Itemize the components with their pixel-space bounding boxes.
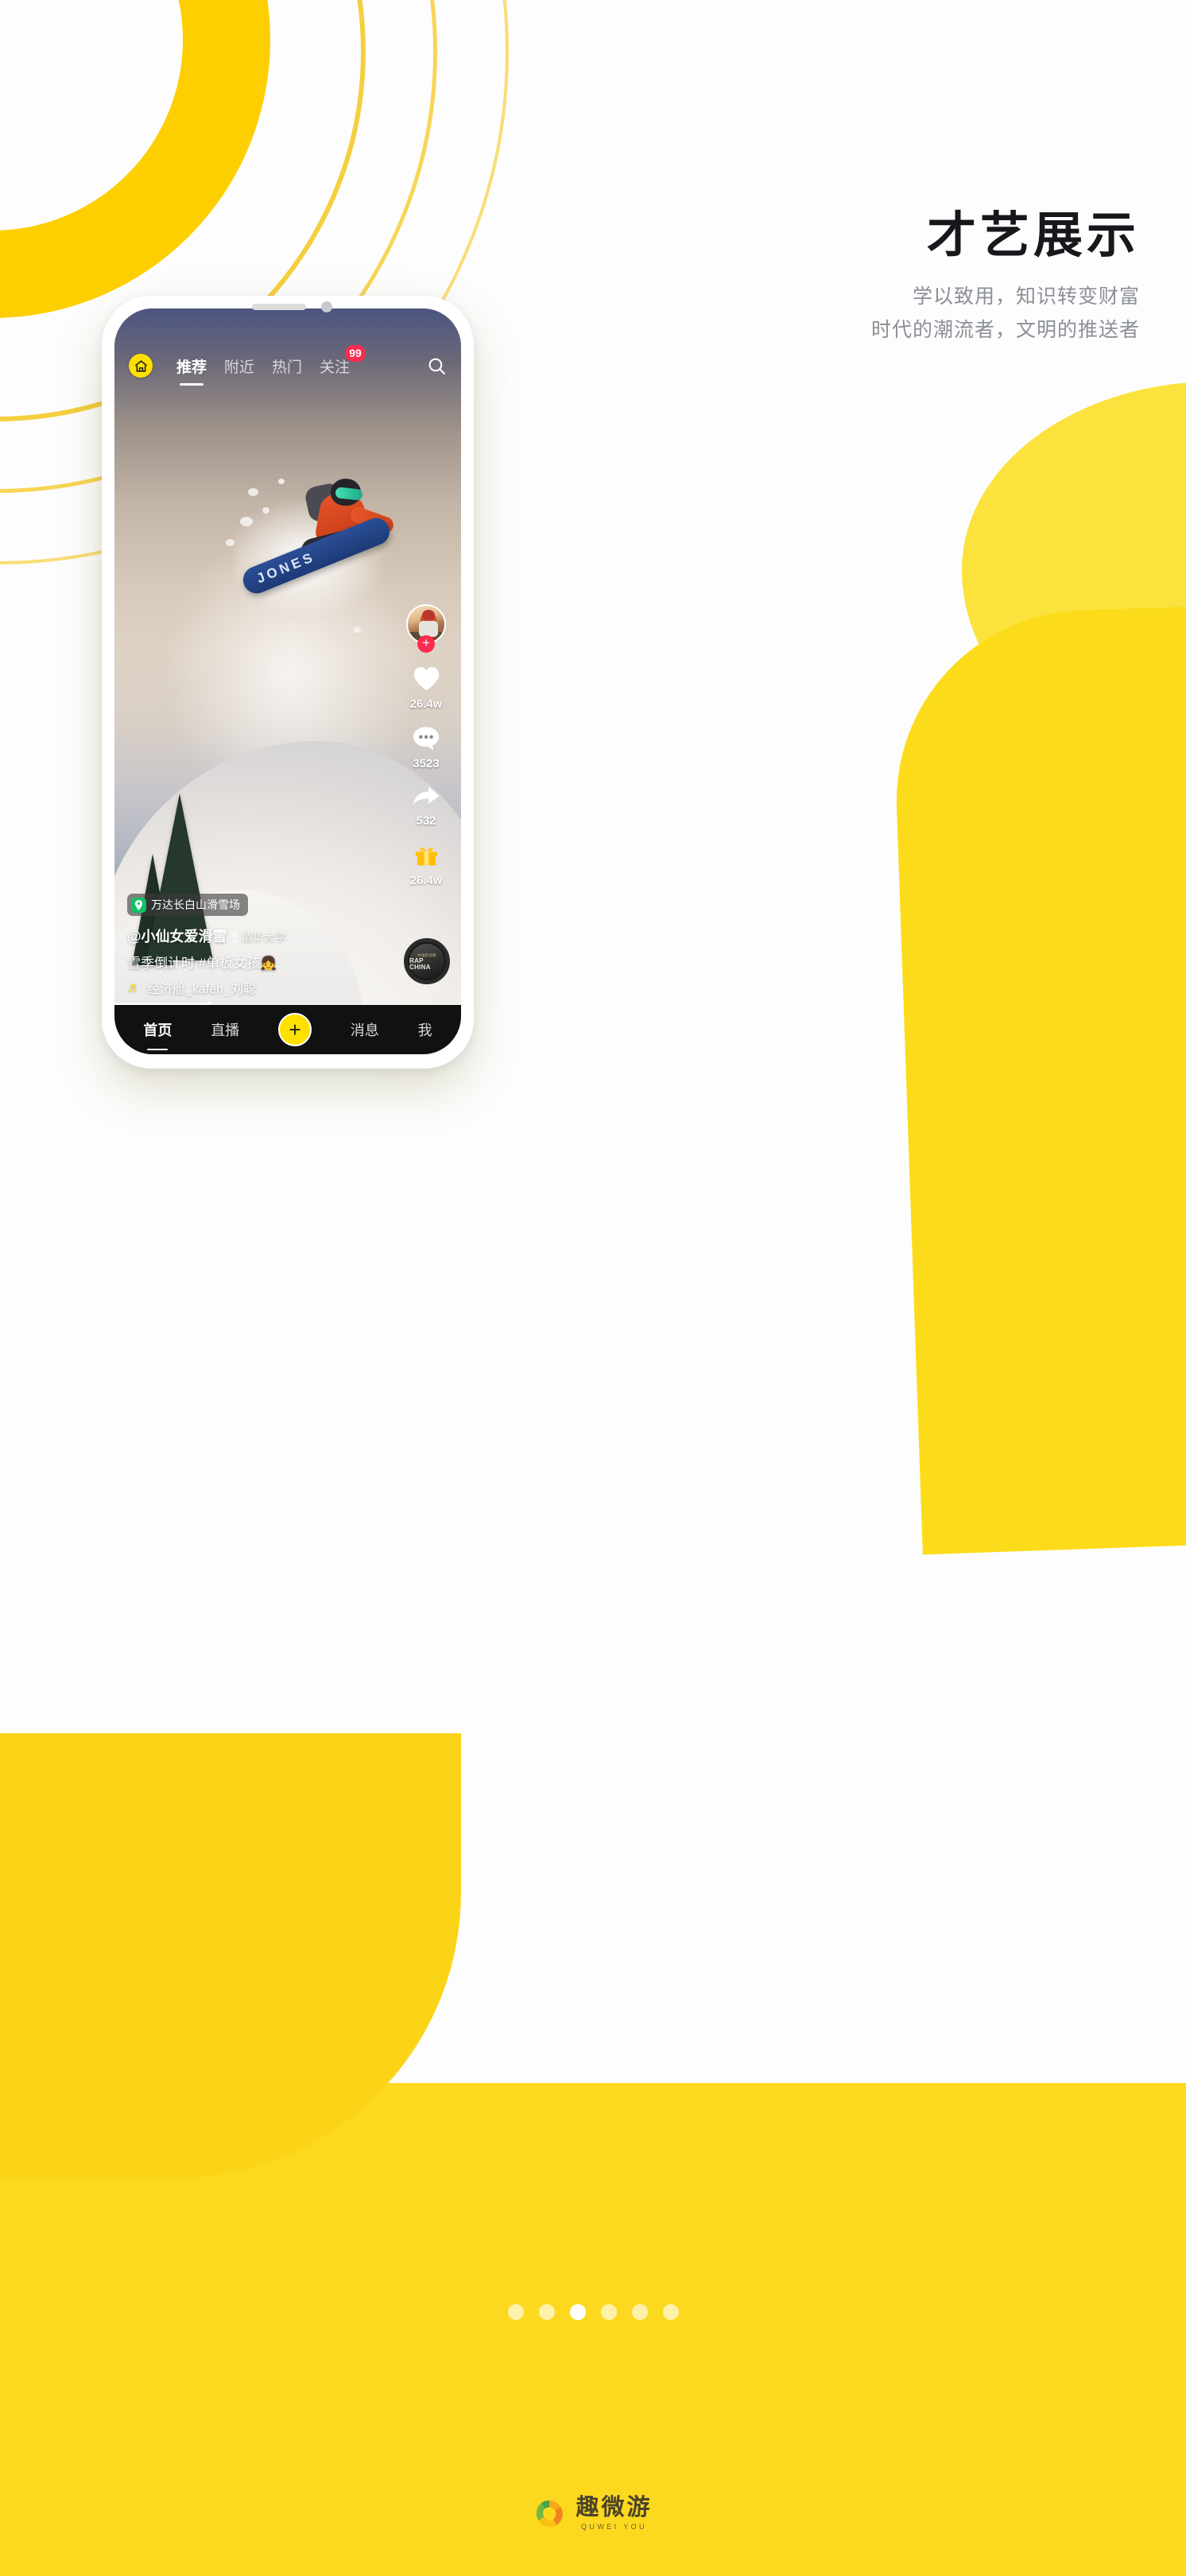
- plus-icon[interactable]: +: [277, 1013, 312, 1046]
- footer-logo-text: 趣微游 QUWEI YOU: [576, 2496, 652, 2531]
- tab-profile[interactable]: 我: [418, 1019, 432, 1040]
- author-school: 清华大学: [241, 931, 286, 944]
- pagination-dot-active[interactable]: [569, 2304, 586, 2320]
- video-author[interactable]: @小仙女爱滑雪 · 清华大学: [127, 925, 366, 946]
- pagination-dot[interactable]: [507, 2304, 524, 2320]
- music-album-art: 中国新说唱 RAP CHINA: [409, 944, 444, 979]
- share-count: 532: [416, 814, 436, 828]
- hero-copy: 才艺展示 学以致用，知识转变财富 时代的潮流者，文明的推送者: [871, 208, 1140, 347]
- brand-name-cn: 趣微游: [576, 2495, 653, 2520]
- pagination-dot[interactable]: [631, 2304, 648, 2320]
- location-tag[interactable]: 万达长白山滑雪场: [127, 894, 248, 916]
- music-title: 经济舱_kafeh_刘聪: [147, 983, 256, 996]
- page-title: 才艺展示: [926, 208, 1140, 263]
- tab-recommend[interactable]: 推荐: [176, 355, 207, 377]
- share-icon[interactable]: [412, 785, 440, 813]
- snow-fleck: [278, 479, 285, 484]
- phone-screen: 推荐 附近 热门 关注 99: [114, 308, 461, 1054]
- like-action[interactable]: 26.4w: [409, 665, 443, 711]
- music-note-icon: ♬: [127, 980, 141, 995]
- tab-home[interactable]: 首页: [143, 1019, 172, 1040]
- brand-name-en: QUWEI YOU: [581, 2523, 647, 2531]
- location-pin-icon: [131, 897, 146, 913]
- action-rail: + 26.4w 3523 532 26.4w: [401, 604, 452, 902]
- comment-action[interactable]: 3523: [412, 725, 440, 770]
- tab-live[interactable]: 直播: [211, 1019, 239, 1040]
- snow-fleck: [240, 517, 253, 526]
- status-badge: 99: [345, 344, 366, 362]
- gift-icon[interactable]: [413, 842, 440, 872]
- avatar-helmet: [422, 610, 435, 620]
- snow-fleck: [262, 507, 269, 514]
- bottom-tab-bar: 首页 直播 + 消息 我: [114, 1005, 461, 1054]
- share-action[interactable]: 532: [412, 785, 440, 828]
- phone-mockup: 推荐 附近 热门 关注 99: [102, 296, 474, 1069]
- tab-messages[interactable]: 消息: [351, 1019, 379, 1040]
- avatar-vest: [419, 621, 438, 637]
- snowboarder-figure: [238, 467, 432, 619]
- nav-tabs: 推荐 附近 热门 关注 99: [176, 344, 366, 377]
- like-count: 26.4w: [409, 697, 443, 711]
- home-icon[interactable]: [129, 354, 153, 378]
- avatar[interactable]: +: [406, 604, 446, 653]
- snow-fleck: [226, 539, 234, 546]
- tab-nearby[interactable]: 附近: [224, 355, 254, 377]
- phone-speaker-grille: [252, 304, 306, 310]
- gift-count: 26.4w: [409, 874, 443, 887]
- hero-subtitle-line-2: 时代的潮流者，文明的推送者: [870, 318, 1140, 341]
- video-caption: 万达长白山滑雪场 @小仙女爱滑雪 · 清华大学 雪季倒计时 #单板女孩👧 ♬ 经…: [127, 894, 366, 997]
- quweiyou-logo-icon: [533, 2498, 565, 2530]
- decor-blob-right: [890, 592, 1186, 1555]
- follow-button[interactable]: +: [417, 635, 435, 653]
- phone-front-camera: [321, 301, 332, 312]
- snow-fleck: [353, 627, 361, 633]
- author-username: @小仙女爱滑雪: [127, 929, 227, 945]
- tab-hot[interactable]: 热门: [272, 355, 302, 377]
- top-navigation-bar: 推荐 附近 热门 关注 99: [114, 344, 461, 383]
- pagination-dot[interactable]: [538, 2304, 555, 2320]
- pagination-dot[interactable]: [600, 2304, 617, 2320]
- comment-count: 3523: [413, 757, 440, 770]
- gift-action[interactable]: 26.4w: [409, 842, 443, 887]
- hero-subtitle: 学以致用，知识转变财富 时代的潮流者，文明的推送者: [871, 281, 1140, 347]
- location-name: 万达长白山滑雪场: [151, 898, 240, 911]
- pagination-dot[interactable]: [662, 2304, 679, 2320]
- music-album-title: RAP CHINA: [409, 957, 431, 971]
- music-info[interactable]: ♬ 经济舱_kafeh_刘聪: [127, 978, 366, 997]
- footer-branding: 趣微游 QUWEI YOU: [0, 2496, 1186, 2531]
- separator: ·: [231, 932, 238, 944]
- heart-icon[interactable]: [412, 665, 441, 696]
- music-disc[interactable]: 中国新说唱 RAP CHINA: [404, 938, 450, 984]
- comment-icon[interactable]: [412, 725, 440, 755]
- hero-subtitle-line-1: 学以致用，知识转变财富: [912, 285, 1140, 308]
- pagination-dots: [0, 2304, 1186, 2320]
- snow-fleck: [248, 488, 258, 496]
- tab-following[interactable]: 关注 99: [320, 344, 366, 377]
- search-icon[interactable]: [427, 356, 447, 376]
- video-description: 雪季倒计时 #单板女孩👧: [127, 956, 277, 971]
